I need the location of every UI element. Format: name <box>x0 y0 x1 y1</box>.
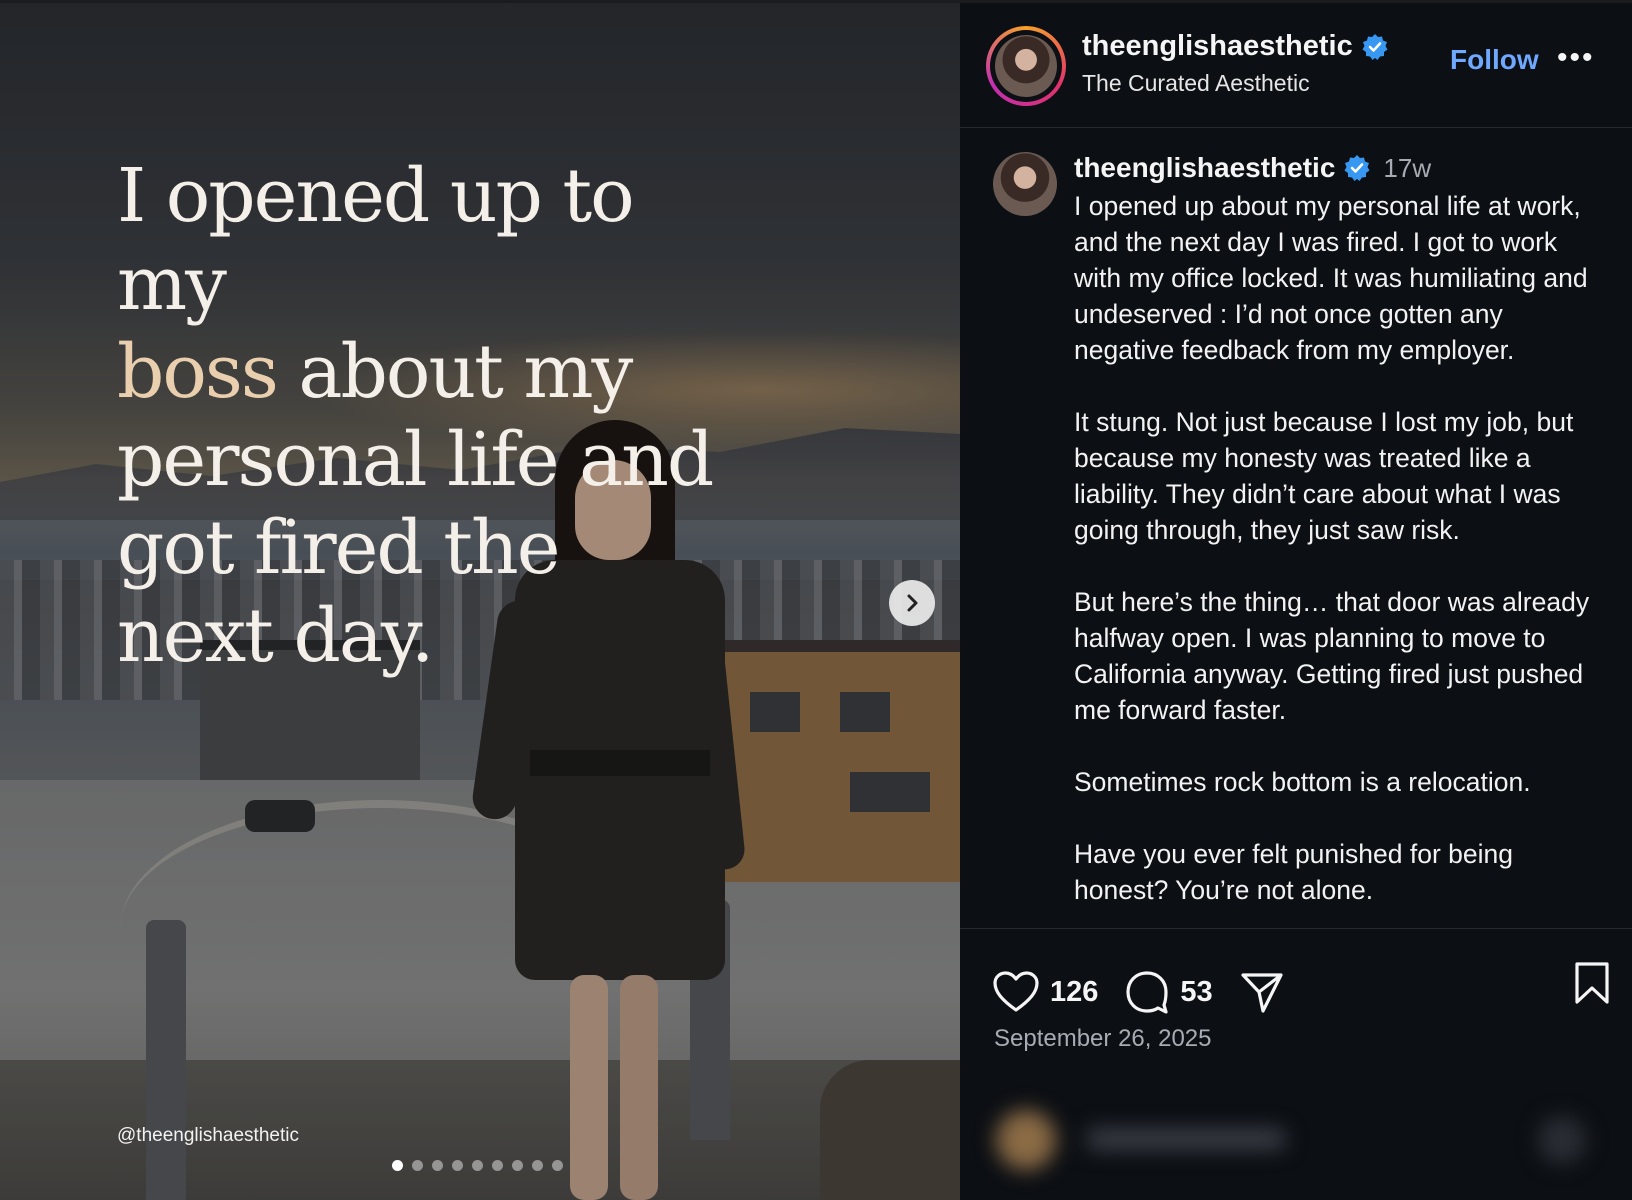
header-subtitle: The Curated Aesthetic <box>1082 70 1310 96</box>
post-media[interactable]: I opened up to my boss about my personal… <box>0 0 960 1200</box>
carousel-dot-active <box>392 1160 403 1171</box>
header-username[interactable]: theenglishaesthetic <box>1082 30 1353 63</box>
follow-button[interactable]: Follow <box>1450 44 1539 76</box>
bookmark-icon[interactable] <box>1572 960 1612 1006</box>
story-ring[interactable] <box>986 26 1066 106</box>
caption-section[interactable]: theenglishaesthetic 17w I opened up abou… <box>960 128 1632 929</box>
post-sidebar: theenglishaesthetic The Curated Aestheti… <box>960 0 1632 1200</box>
headline-accent-word: boss <box>117 329 279 415</box>
share-icon[interactable] <box>1239 969 1285 1015</box>
post-age[interactable]: 17w <box>1383 153 1431 184</box>
post-date: September 26, 2025 <box>994 1025 1212 1052</box>
carousel-dot <box>492 1160 503 1171</box>
like-group: 126 <box>992 970 1098 1014</box>
media-headline: I opened up to my boss about my personal… <box>117 153 714 679</box>
carousel-next-button[interactable] <box>889 580 935 626</box>
instagram-post-view: I opened up to my boss about my personal… <box>0 0 1632 1200</box>
comment-count[interactable]: 53 <box>1180 976 1212 1009</box>
like-count[interactable]: 126 <box>1050 976 1098 1009</box>
carousel-dot <box>532 1160 543 1171</box>
carousel-dot <box>432 1160 443 1171</box>
carousel-dot <box>552 1160 563 1171</box>
carousel-dot <box>452 1160 463 1171</box>
heart-icon[interactable] <box>992 970 1040 1014</box>
caption-username[interactable]: theenglishaesthetic <box>1074 152 1335 184</box>
more-options-button[interactable]: ••• <box>1557 43 1595 73</box>
carousel-dot <box>472 1160 483 1171</box>
post-header: theenglishaesthetic The Curated Aestheti… <box>960 0 1632 128</box>
caption-text: I opened up about my personal life at wo… <box>1074 191 1590 905</box>
chevron-right-icon <box>907 594 918 612</box>
comment-icon[interactable] <box>1124 969 1170 1015</box>
avatar[interactable] <box>993 152 1057 216</box>
verified-badge-icon <box>1344 155 1370 181</box>
carousel-indicator <box>392 1160 563 1171</box>
blurred-comment-preview <box>986 1100 1606 1180</box>
carousel-dot <box>512 1160 523 1171</box>
avatar[interactable] <box>995 35 1057 97</box>
comment-group: 53 <box>1124 969 1213 1015</box>
verified-badge-icon <box>1362 33 1388 60</box>
media-watermark: @theenglishaesthetic <box>117 1125 299 1146</box>
carousel-dot <box>412 1160 423 1171</box>
action-bar: 126 53 <box>992 960 1612 1024</box>
